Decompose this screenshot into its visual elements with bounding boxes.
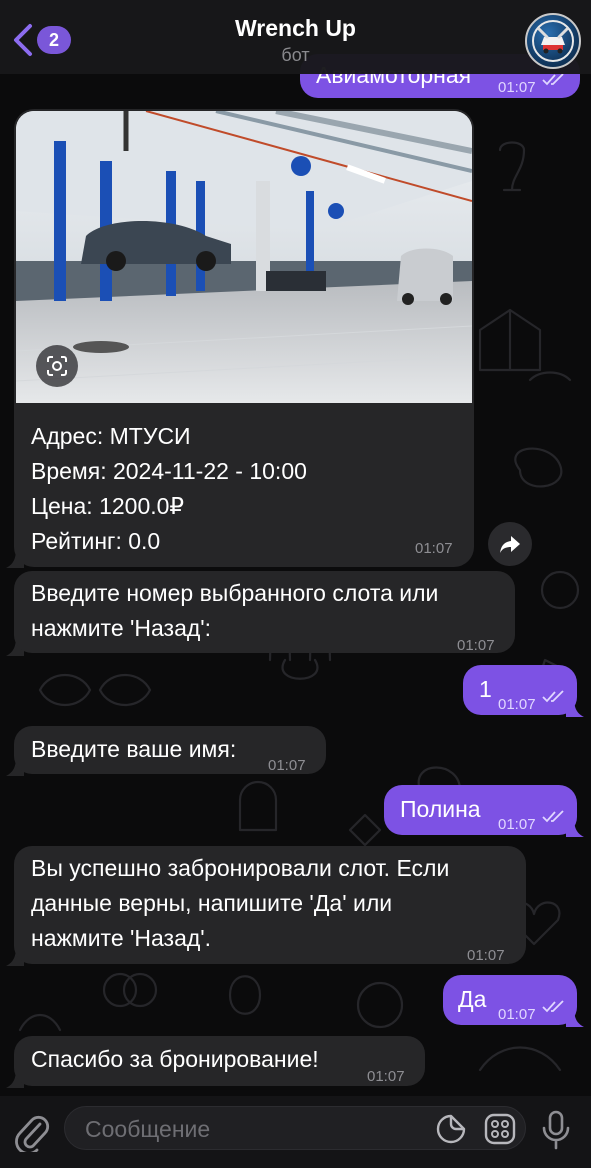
slot-rating: Рейтинг: 0.0 (31, 528, 161, 554)
message-time: 01:07 (498, 1006, 536, 1023)
chat-title[interactable]: Wrench Up (0, 15, 591, 42)
garage-image (16, 111, 472, 403)
emoji-grid-icon[interactable] (483, 1112, 517, 1146)
sticker-icon[interactable] (435, 1113, 467, 1145)
incoming-message: Введите номер выбранного слота или нажми… (14, 571, 515, 654)
message-input[interactable]: Сообщение (64, 1106, 526, 1150)
slot-price: Цена: 1200.0₽ (31, 493, 185, 519)
message-time: 01:07 (367, 1068, 405, 1085)
message-time: 01:07 (457, 637, 495, 654)
chat-header: 2 Wrench Up бот (0, 0, 591, 74)
message-input-bar: Сообщение (0, 1096, 591, 1168)
garage-photo[interactable] (16, 111, 472, 403)
message-text: 1 (479, 676, 492, 702)
incoming-message: Введите ваше имя: 01:07 (14, 726, 326, 774)
share-button[interactable] (488, 522, 532, 566)
message-time: 01:07 (467, 947, 505, 964)
message-line: нажмите 'Назад': (31, 615, 212, 641)
message-time: 01:07 (415, 540, 453, 557)
share-arrow-icon (500, 536, 520, 553)
outgoing-message: Да 01:07 (443, 975, 577, 1025)
bubble-tail (6, 548, 24, 568)
double-check-icon (542, 810, 564, 823)
paperclip-icon[interactable] (14, 1112, 50, 1152)
message-text: Полина (400, 796, 481, 822)
message-text: Да (458, 986, 487, 1012)
message-time: 01:07 (498, 79, 536, 96)
message-line: нажмите 'Назад'. (31, 925, 212, 951)
double-check-icon (542, 73, 564, 86)
incoming-message: Вы успешно забронировали слот. Если данн… (14, 846, 526, 964)
incoming-message: Спасибо за бронирование! 01:07 (14, 1036, 425, 1086)
message-time: 01:07 (498, 696, 536, 713)
outgoing-message: Полина 01:07 (384, 785, 577, 835)
microphone-icon[interactable] (540, 1110, 572, 1150)
message-time: 01:07 (268, 757, 306, 774)
message-line: данные верны, напишите 'Да' или (31, 890, 393, 916)
message-line: Введите номер выбранного слота или (31, 580, 439, 606)
message-line: Вы успешно забронировали слот. Если (31, 855, 450, 881)
outgoing-message: 1 01:07 (463, 665, 577, 715)
scan-lens-button[interactable] (36, 345, 78, 387)
double-check-icon (542, 690, 564, 703)
message-placeholder: Сообщение (85, 1116, 211, 1142)
slot-address: Адрес: МТУСИ (31, 423, 191, 449)
avatar-logo-icon (532, 20, 574, 62)
double-check-icon (542, 1000, 564, 1013)
bot-avatar[interactable] (525, 13, 581, 69)
message-time: 01:07 (498, 816, 536, 833)
scan-lens-icon (47, 356, 67, 376)
slot-datetime: Время: 2024-11-22 - 10:00 (31, 458, 307, 484)
message-text: Спасибо за бронирование! (31, 1046, 319, 1072)
message-text: Введите ваше имя: (31, 736, 237, 762)
chat-subtitle: бот (281, 45, 310, 65)
